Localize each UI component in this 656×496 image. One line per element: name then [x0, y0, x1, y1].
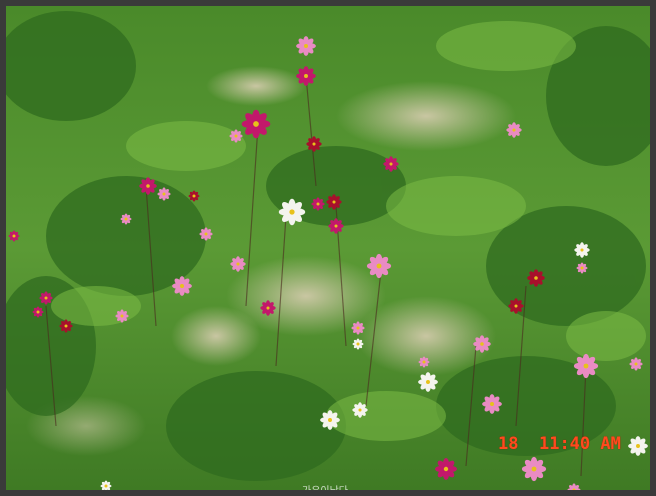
timestamp-day: 18	[498, 434, 519, 454]
cosmos-flower	[576, 262, 588, 274]
photo-timestamp: 18 11:40 AM	[498, 434, 621, 454]
cosmos-flower	[8, 230, 20, 242]
cosmos-flower	[229, 129, 243, 143]
cosmos-flower	[199, 227, 213, 241]
cosmos-flower	[157, 187, 171, 201]
cosmos-flower	[383, 156, 399, 172]
cosmos-flower	[296, 66, 316, 86]
cosmos-flower	[473, 335, 491, 353]
cosmos-flower	[351, 321, 365, 335]
photo-watermark: 가우이낭다	[302, 486, 348, 496]
cosmos-flower	[527, 269, 545, 287]
field-scene	[6, 6, 650, 490]
cosmos-flower	[628, 436, 648, 456]
cosmos-flower	[59, 319, 73, 333]
cosmos-flower	[482, 394, 502, 414]
cosmos-flower	[306, 136, 322, 152]
cosmos-flower	[573, 353, 599, 379]
cosmos-flower	[629, 357, 643, 371]
cosmos-flower	[366, 253, 392, 279]
cosmos-flower	[574, 242, 590, 258]
cosmos-flower	[418, 372, 438, 392]
cosmos-flower	[352, 402, 368, 418]
cosmos-flower	[32, 306, 44, 318]
cosmos-flower	[320, 410, 340, 430]
cosmos-flower	[521, 456, 547, 482]
cosmos-flower	[435, 458, 457, 480]
cosmos-flower	[188, 190, 200, 202]
cosmos-flower	[311, 197, 325, 211]
cosmos-flower	[508, 298, 524, 314]
cosmos-flower	[39, 291, 53, 305]
cosmos-flower	[296, 36, 316, 56]
cosmos-flower	[506, 122, 522, 138]
cosmos-flower	[230, 256, 246, 272]
photo-frame: 18 11:40 AM 가우이낭다	[0, 0, 656, 496]
cosmos-flower	[120, 213, 132, 225]
cosmos-flower	[278, 198, 306, 226]
timestamp-time: 11:40 AM	[538, 434, 621, 454]
cosmos-flower	[418, 356, 430, 368]
cosmos-flower	[139, 177, 157, 195]
cosmos-flower	[115, 309, 129, 323]
cosmos-flower	[241, 109, 271, 139]
cosmos-flower	[328, 218, 344, 234]
cosmos-flower	[352, 338, 364, 350]
cosmos-flower	[326, 194, 342, 210]
cosmos-flower	[172, 276, 192, 296]
cosmos-flower	[260, 300, 276, 316]
